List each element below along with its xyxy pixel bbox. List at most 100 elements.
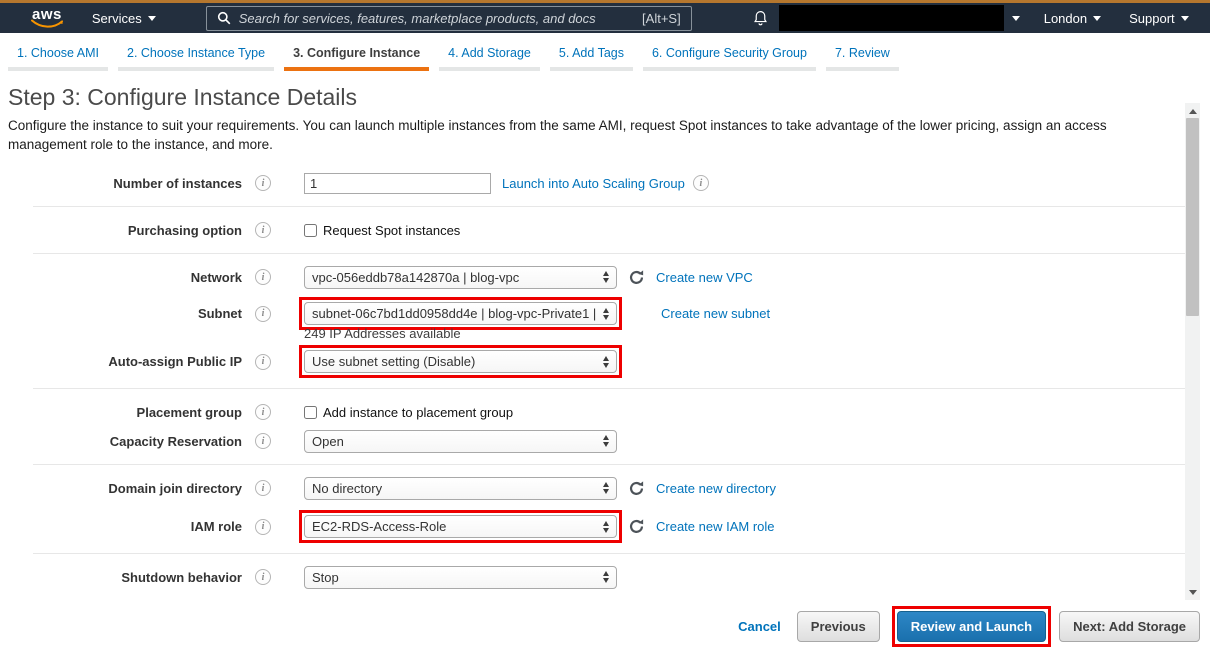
info-icon[interactable]: i (255, 175, 271, 191)
create-vpc-link[interactable]: Create new VPC (656, 270, 753, 285)
select-arrows-icon (603, 520, 609, 533)
refresh-icon[interactable] (628, 269, 645, 286)
tab-choose-instance-type[interactable]: 2. Choose Instance Type (118, 43, 275, 71)
services-menu[interactable]: Services (92, 11, 156, 26)
info-icon[interactable]: i (692, 175, 709, 191)
divider (33, 206, 1185, 207)
request-spot-checkbox[interactable]: Request Spot instances (304, 223, 460, 238)
aws-logo[interactable]: aws (31, 7, 63, 28)
shutdown-behavior-select[interactable]: Stop (304, 565, 617, 589)
refresh-icon[interactable] (628, 518, 645, 535)
scroll-down-icon (1188, 589, 1197, 595)
row-placement-group: Placement group i Add instance to placem… (8, 399, 1210, 425)
placement-group-checkbox-input[interactable] (304, 405, 317, 419)
page-description: Configure the instance to suit your requ… (8, 118, 1107, 152)
divider (33, 553, 1185, 554)
select-arrows-icon (603, 271, 609, 283)
scroll-down-button[interactable] (1185, 584, 1200, 600)
row-capacity-reservation: Capacity Reservation i Open (8, 428, 1210, 454)
info-icon[interactable]: i (255, 353, 271, 370)
previous-button[interactable]: Previous (796, 610, 880, 642)
info-icon[interactable]: i (255, 305, 271, 322)
search-input[interactable] (238, 10, 635, 26)
refresh-icon[interactable] (628, 480, 645, 497)
info-icon[interactable]: i (255, 433, 271, 449)
select-arrows-icon (603, 482, 609, 494)
field-label: Capacity Reservation (109, 433, 242, 449)
info-icon[interactable]: i (255, 222, 271, 238)
create-subnet-link[interactable]: Create new subnet (661, 306, 770, 321)
auto-assign-public-ip-select[interactable]: Use subnet setting (Disable) (304, 350, 617, 373)
configure-instance-panel: Step 3: Configure Instance Details Confi… (0, 75, 1210, 600)
row-auto-assign-public-ip: Auto-assign Public IP i Use subnet setti… (8, 345, 1210, 378)
request-spot-checkbox-input[interactable] (304, 223, 317, 237)
field-label: Auto-assign Public IP (108, 354, 242, 369)
highlight-box-auto-assign-ip: Use subnet setting (Disable) (299, 345, 622, 378)
global-search[interactable]: [Alt+S] (205, 5, 692, 31)
row-hibernate-behavior: Stop - Hibernate behavior i Enable hiber… (8, 598, 1210, 600)
placement-group-checkbox[interactable]: Add instance to placement group (304, 405, 513, 420)
highlight-box-review-and-launch: Review and Launch (891, 605, 1052, 647)
create-directory-link[interactable]: Create new directory (656, 481, 776, 496)
review-and-launch-button[interactable]: Review and Launch (896, 610, 1047, 642)
row-purchasing-option: Purchasing option i Request Spot instanc… (8, 217, 1210, 243)
page-title: Step 3: Configure Instance Details (8, 84, 358, 110)
select-arrows-icon (603, 355, 609, 368)
next-add-storage-button[interactable]: Next: Add Storage (1059, 610, 1200, 642)
field-label: Shutdown behavior (121, 569, 242, 585)
field-label: Domain join directory (108, 480, 242, 496)
info-icon[interactable]: i (255, 269, 271, 285)
scroll-up-icon (1188, 108, 1197, 114)
aws-smile-icon (31, 19, 63, 28)
tab-add-tags[interactable]: 5. Add Tags (549, 43, 633, 71)
domain-join-directory-select[interactable]: No directory (304, 476, 617, 500)
vertical-scrollbar[interactable] (1185, 103, 1200, 600)
iam-role-select[interactable]: EC2-RDS-Access-Role (304, 515, 617, 538)
search-icon (217, 11, 231, 25)
scrollbar-thumb[interactable] (1186, 118, 1199, 316)
field-label: Network (190, 269, 242, 285)
wizard-footer: Cancel Previous Review and Launch Next: … (0, 600, 1210, 652)
cancel-link[interactable]: Cancel (738, 619, 781, 634)
field-label: IAM role (190, 519, 242, 534)
highlight-box-iam-role: EC2-RDS-Access-Role (299, 510, 622, 543)
network-select[interactable]: vpc-056eddb78a142870a | blog-vpc (304, 265, 617, 289)
account-menu-redacted[interactable] (778, 5, 1004, 31)
capacity-reservation-select[interactable]: Open (304, 429, 617, 453)
create-iam-role-link[interactable]: Create new IAM role (656, 519, 775, 534)
select-arrows-icon (603, 435, 609, 447)
divider (33, 253, 1185, 254)
caret-down-icon (147, 15, 156, 21)
info-icon[interactable]: i (255, 569, 271, 585)
field-label: Subnet (197, 306, 242, 321)
field-label: Number of instances (113, 175, 242, 191)
field-label: Purchasing option (127, 222, 242, 238)
scroll-up-button[interactable] (1185, 103, 1200, 119)
info-icon[interactable]: i (255, 518, 271, 535)
select-arrows-icon (603, 307, 609, 320)
row-number-of-instances: Number of instances i Launch into Auto S… (8, 170, 1210, 196)
caret-down-icon (1093, 15, 1102, 21)
notifications-button[interactable] (752, 9, 769, 27)
tab-review[interactable]: 7. Review (825, 43, 899, 71)
tab-choose-ami[interactable]: 1. Choose AMI (8, 43, 108, 71)
wizard-step-tabs: 1. Choose AMI 2. Choose Instance Type 3.… (0, 33, 1210, 75)
row-shutdown-behavior: Shutdown behavior i Stop (8, 564, 1210, 590)
bell-icon (753, 11, 767, 26)
number-of-instances-input[interactable] (304, 172, 491, 194)
tab-configure-instance[interactable]: 3. Configure Instance (284, 43, 430, 71)
caret-down-icon (1011, 15, 1020, 21)
tab-configure-security-group[interactable]: 6. Configure Security Group (642, 43, 816, 71)
launch-into-asg-link[interactable]: Launch into Auto Scaling Group (502, 176, 685, 191)
info-icon[interactable]: i (255, 404, 271, 420)
region-menu[interactable]: London (1044, 11, 1102, 26)
row-iam-role: IAM role i EC2-RDS-Access-Role Create ne… (8, 510, 1210, 543)
subnet-select[interactable]: subnet-06c7bd1dd0958dd4e | blog-vpc-Priv… (304, 302, 617, 325)
support-menu[interactable]: Support (1129, 11, 1189, 26)
top-navigation-bar: aws Services [Alt+S] London Support (0, 3, 1210, 33)
caret-down-icon (1180, 15, 1189, 21)
info-icon[interactable]: i (255, 480, 271, 496)
tab-add-storage[interactable]: 4. Add Storage (439, 43, 540, 71)
divider (33, 388, 1185, 389)
select-arrows-icon (603, 571, 609, 583)
